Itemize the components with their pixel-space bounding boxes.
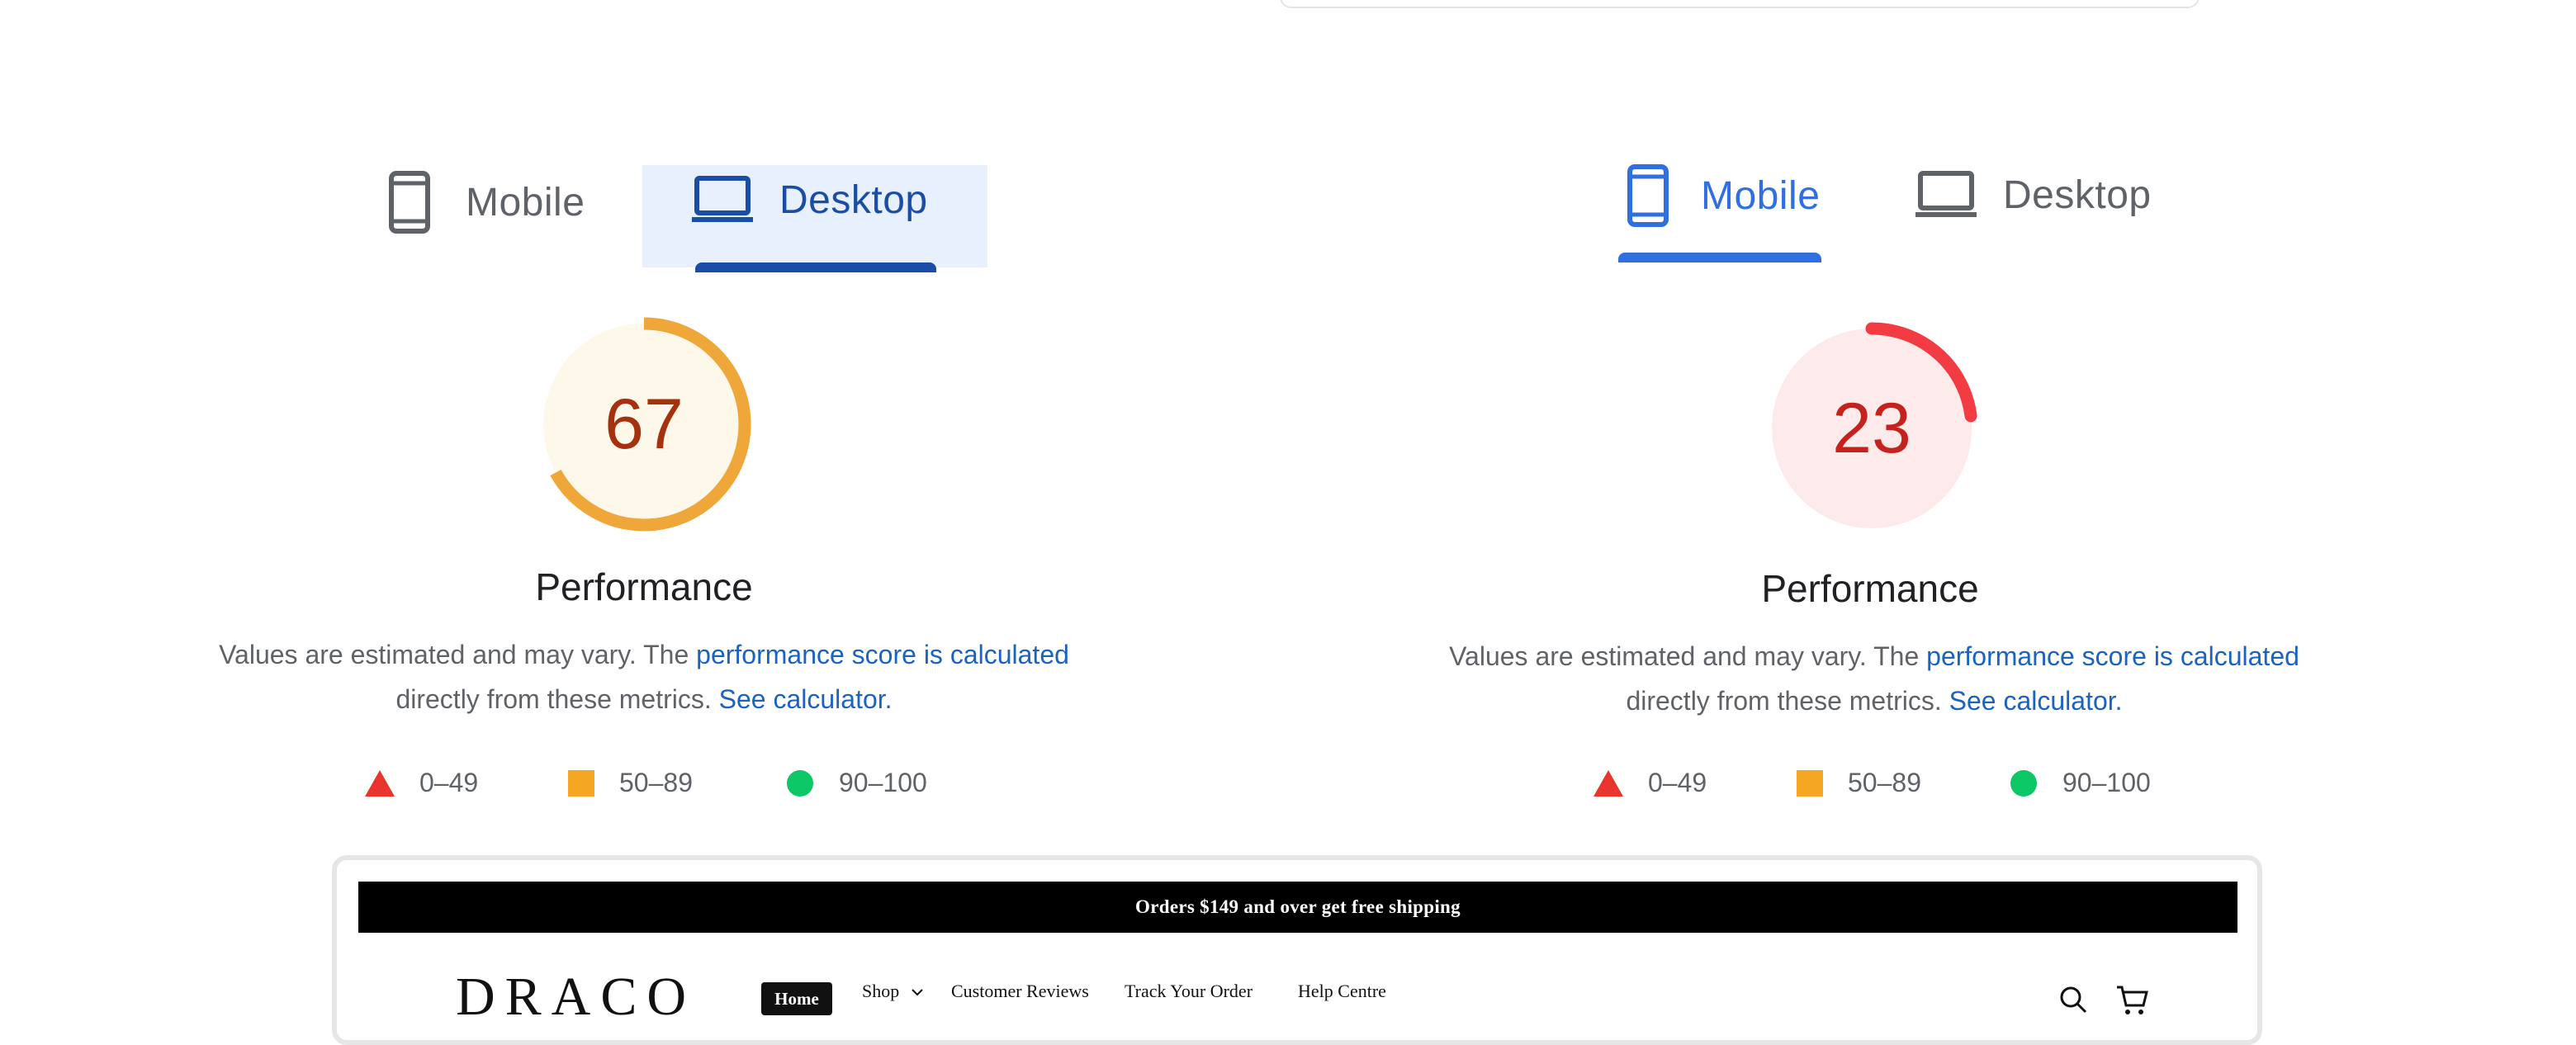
legend-label: 0–49 xyxy=(419,768,479,797)
performance-title-right: Performance xyxy=(1761,567,1979,610)
score-calculated-link[interactable]: performance score is calculated xyxy=(696,640,1069,669)
tab-mobile-left-label: Mobile xyxy=(466,180,585,225)
performance-score-right: 23 xyxy=(1832,388,1911,468)
laptop-icon xyxy=(692,176,753,222)
see-calculator-link[interactable]: See calculator. xyxy=(1949,686,2123,716)
chevron-down-icon xyxy=(912,989,923,996)
tab-desktop-left-indicator xyxy=(695,262,936,272)
nav-customer-reviews-link[interactable]: Customer Reviews xyxy=(951,981,1089,1002)
performance-description-left: Values are estimated and may vary. The p… xyxy=(165,632,1123,721)
nav-shop-link[interactable]: Shop xyxy=(862,981,924,1002)
legend-pass: 90–100 xyxy=(2010,768,2151,798)
legend-label: 50–89 xyxy=(619,768,693,797)
tab-desktop-left[interactable]: Desktop xyxy=(690,175,928,225)
mobile-icon xyxy=(1627,164,1669,227)
cart-icon[interactable] xyxy=(2115,984,2148,1015)
legend-label: 50–89 xyxy=(1848,768,1921,797)
performance-title-left: Performance xyxy=(535,565,753,608)
circle-icon xyxy=(2010,769,2037,797)
tab-mobile-right-indicator xyxy=(1618,253,1821,262)
nav-shop-label: Shop xyxy=(862,981,900,1001)
legend-label: 90–100 xyxy=(2062,768,2151,797)
circle-icon xyxy=(787,769,813,797)
see-calculator-link[interactable]: See calculator. xyxy=(719,684,893,714)
legend-average: 50–89 xyxy=(568,768,693,798)
nav-home-link[interactable]: Home xyxy=(761,982,832,1015)
square-icon xyxy=(568,769,594,797)
top-input-edge xyxy=(1280,0,2200,8)
score-calculated-link[interactable]: performance score is calculated xyxy=(1926,641,2299,671)
description-text: Values are estimated and may vary. The xyxy=(1449,641,1920,671)
legend-pass: 90–100 xyxy=(786,768,927,798)
laptop-icon xyxy=(1915,171,1977,217)
mobile-icon xyxy=(389,171,430,234)
search-icon[interactable] xyxy=(2059,986,2087,1014)
tab-desktop-right[interactable]: Desktop xyxy=(1914,170,2152,220)
performance-score-left: 67 xyxy=(604,384,684,464)
performance-description-right: Values are estimated and may vary. The p… xyxy=(1395,634,2353,723)
description-text: directly from these metrics. xyxy=(1626,686,1942,716)
legend-average: 50–89 xyxy=(1797,768,1921,798)
square-icon xyxy=(1797,769,1823,797)
triangle-icon xyxy=(1593,769,1623,797)
triangle-icon xyxy=(365,769,395,797)
legend-label: 0–49 xyxy=(1648,768,1707,797)
legend-fail: 0–49 xyxy=(1593,768,1707,798)
description-text: Values are estimated and may vary. The xyxy=(219,640,689,669)
tab-desktop-right-label: Desktop xyxy=(2003,173,2152,217)
nav-track-order-link[interactable]: Track Your Order xyxy=(1125,981,1252,1002)
description-text: directly from these metrics. xyxy=(395,684,712,714)
brand-logo[interactable]: DRACO xyxy=(456,966,696,1028)
performance-score-gauge-right: 23 xyxy=(1764,320,1980,537)
tab-mobile-right-label: Mobile xyxy=(1701,173,1821,218)
tab-mobile-right[interactable]: Mobile xyxy=(1627,163,1820,228)
legend-fail: 0–49 xyxy=(365,768,478,798)
announcement-bar: Orders $149 and over get free shipping xyxy=(358,882,2237,933)
tab-desktop-left-label: Desktop xyxy=(779,177,928,222)
performance-score-gauge-left: 67 xyxy=(535,315,753,533)
nav-help-centre-link[interactable]: Help Centre xyxy=(1298,981,1386,1002)
tab-mobile-left[interactable]: Mobile xyxy=(388,170,585,234)
legend-label: 90–100 xyxy=(839,768,927,797)
